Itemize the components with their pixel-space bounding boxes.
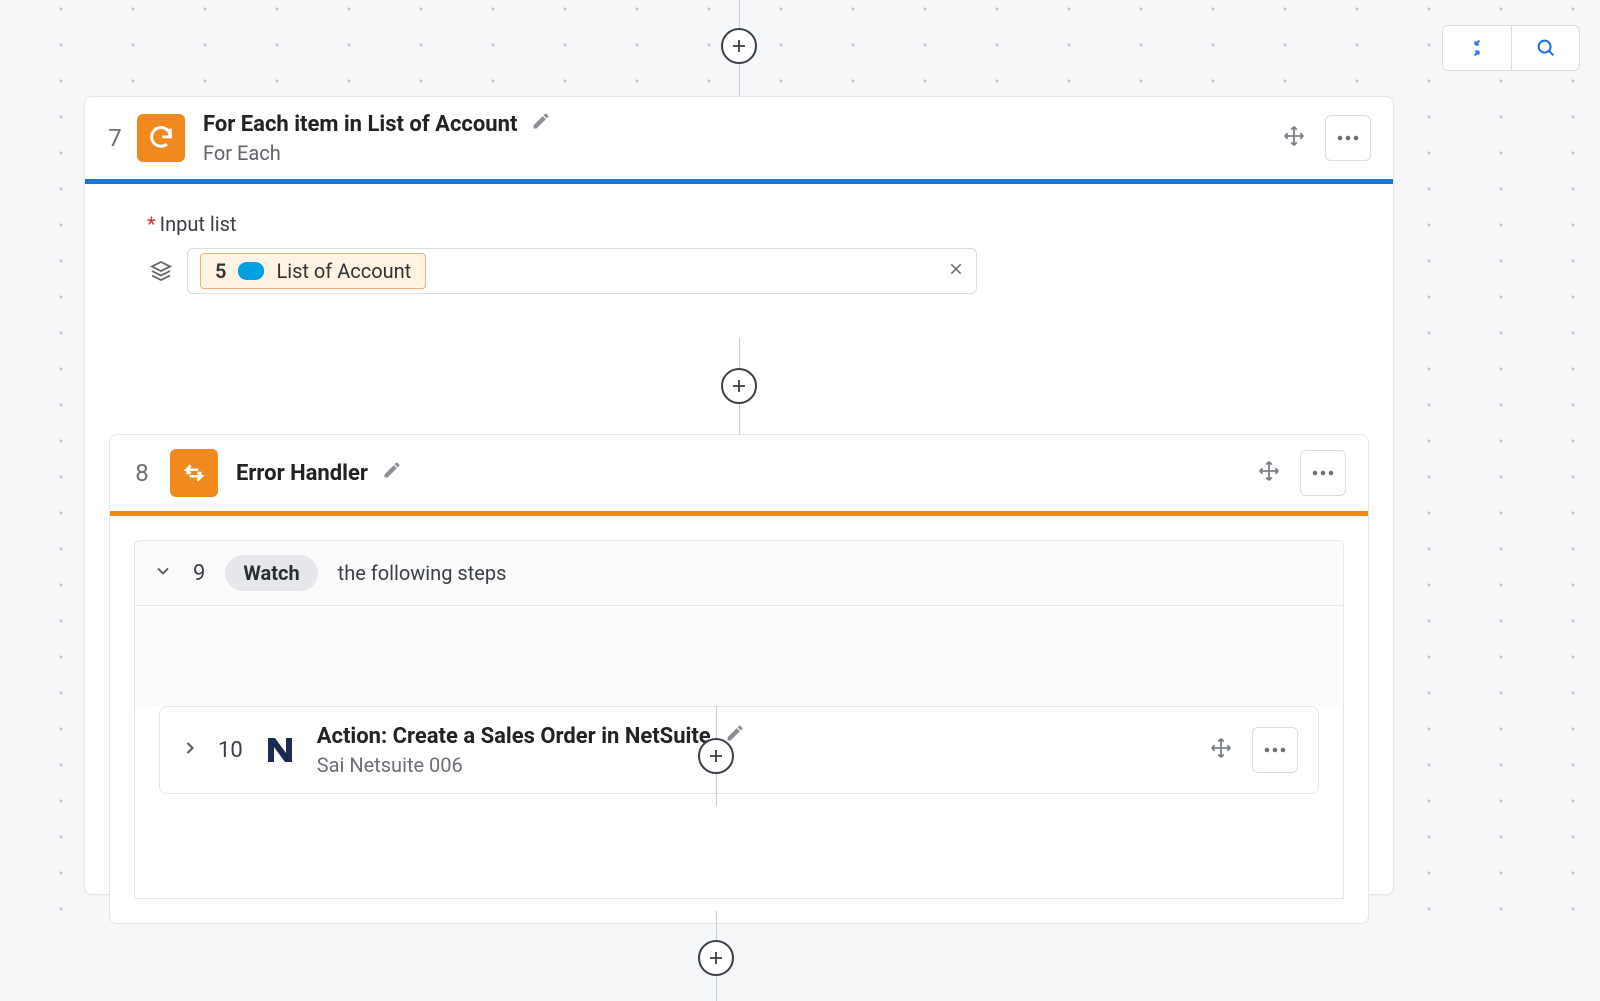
watch-text: the following steps bbox=[338, 561, 507, 585]
step-title: Action: Create a Sales Order in NetSuite bbox=[317, 724, 711, 749]
salesforce-icon bbox=[238, 262, 264, 280]
move-handle[interactable] bbox=[1252, 454, 1286, 492]
more-button[interactable] bbox=[1300, 450, 1346, 496]
pencil-icon bbox=[531, 111, 551, 131]
dots-icon bbox=[1312, 470, 1334, 476]
step-card-netsuite: 10 Action: Create a Sales Order in NetSu… bbox=[159, 706, 1319, 794]
expand-toggle[interactable] bbox=[180, 738, 200, 762]
close-icon bbox=[948, 261, 964, 277]
move-icon bbox=[1258, 460, 1280, 482]
datapill-step: 5 bbox=[215, 259, 226, 283]
edit-title-button[interactable] bbox=[531, 111, 551, 137]
watch-badge: Watch bbox=[225, 555, 317, 591]
datapill-text: List of Account bbox=[276, 259, 411, 283]
foreach-icon bbox=[137, 114, 185, 162]
step-number: 7 bbox=[101, 124, 129, 152]
step-number: 8 bbox=[128, 459, 156, 487]
more-button[interactable] bbox=[1325, 115, 1371, 161]
datapill[interactable]: 5 List of Account bbox=[200, 253, 426, 289]
add-step-button[interactable] bbox=[721, 368, 757, 404]
pencil-icon bbox=[382, 460, 402, 480]
step-subtitle: Sai Netsuite 006 bbox=[317, 753, 1204, 777]
step-subtitle: For Each bbox=[203, 141, 1277, 165]
netsuite-icon bbox=[261, 731, 299, 769]
edit-title-button[interactable] bbox=[382, 460, 402, 486]
step-title: Error Handler bbox=[236, 461, 368, 486]
clear-input-button[interactable] bbox=[948, 261, 964, 282]
input-list-field[interactable]: 5 List of Account bbox=[187, 248, 977, 294]
step-card-error-handler: 8 Error Handler bbox=[109, 434, 1369, 924]
dots-icon bbox=[1337, 135, 1359, 141]
step-title: For Each item in List of Account bbox=[203, 112, 517, 137]
move-handle[interactable] bbox=[1277, 119, 1311, 157]
pencil-icon bbox=[725, 723, 745, 743]
step-number: 10 bbox=[218, 738, 243, 763]
chevron-down-icon bbox=[153, 561, 173, 581]
watch-block: 9 Watch the following steps 10 bbox=[134, 540, 1344, 899]
add-step-button[interactable] bbox=[698, 738, 734, 774]
add-step-button[interactable] bbox=[698, 940, 734, 976]
chevron-right-icon bbox=[180, 738, 200, 758]
move-icon bbox=[1283, 125, 1305, 147]
error-handler-icon bbox=[170, 449, 218, 497]
more-button[interactable] bbox=[1252, 727, 1298, 773]
step-number: 9 bbox=[193, 561, 205, 586]
accent-bar bbox=[110, 511, 1368, 516]
dots-icon bbox=[1264, 747, 1286, 753]
collapse-toggle[interactable] bbox=[153, 561, 173, 585]
layers-icon[interactable] bbox=[147, 259, 175, 283]
move-handle[interactable] bbox=[1204, 731, 1238, 769]
move-icon bbox=[1210, 737, 1232, 759]
add-step-button[interactable] bbox=[721, 28, 757, 64]
field-label: *Input list bbox=[147, 212, 1363, 236]
